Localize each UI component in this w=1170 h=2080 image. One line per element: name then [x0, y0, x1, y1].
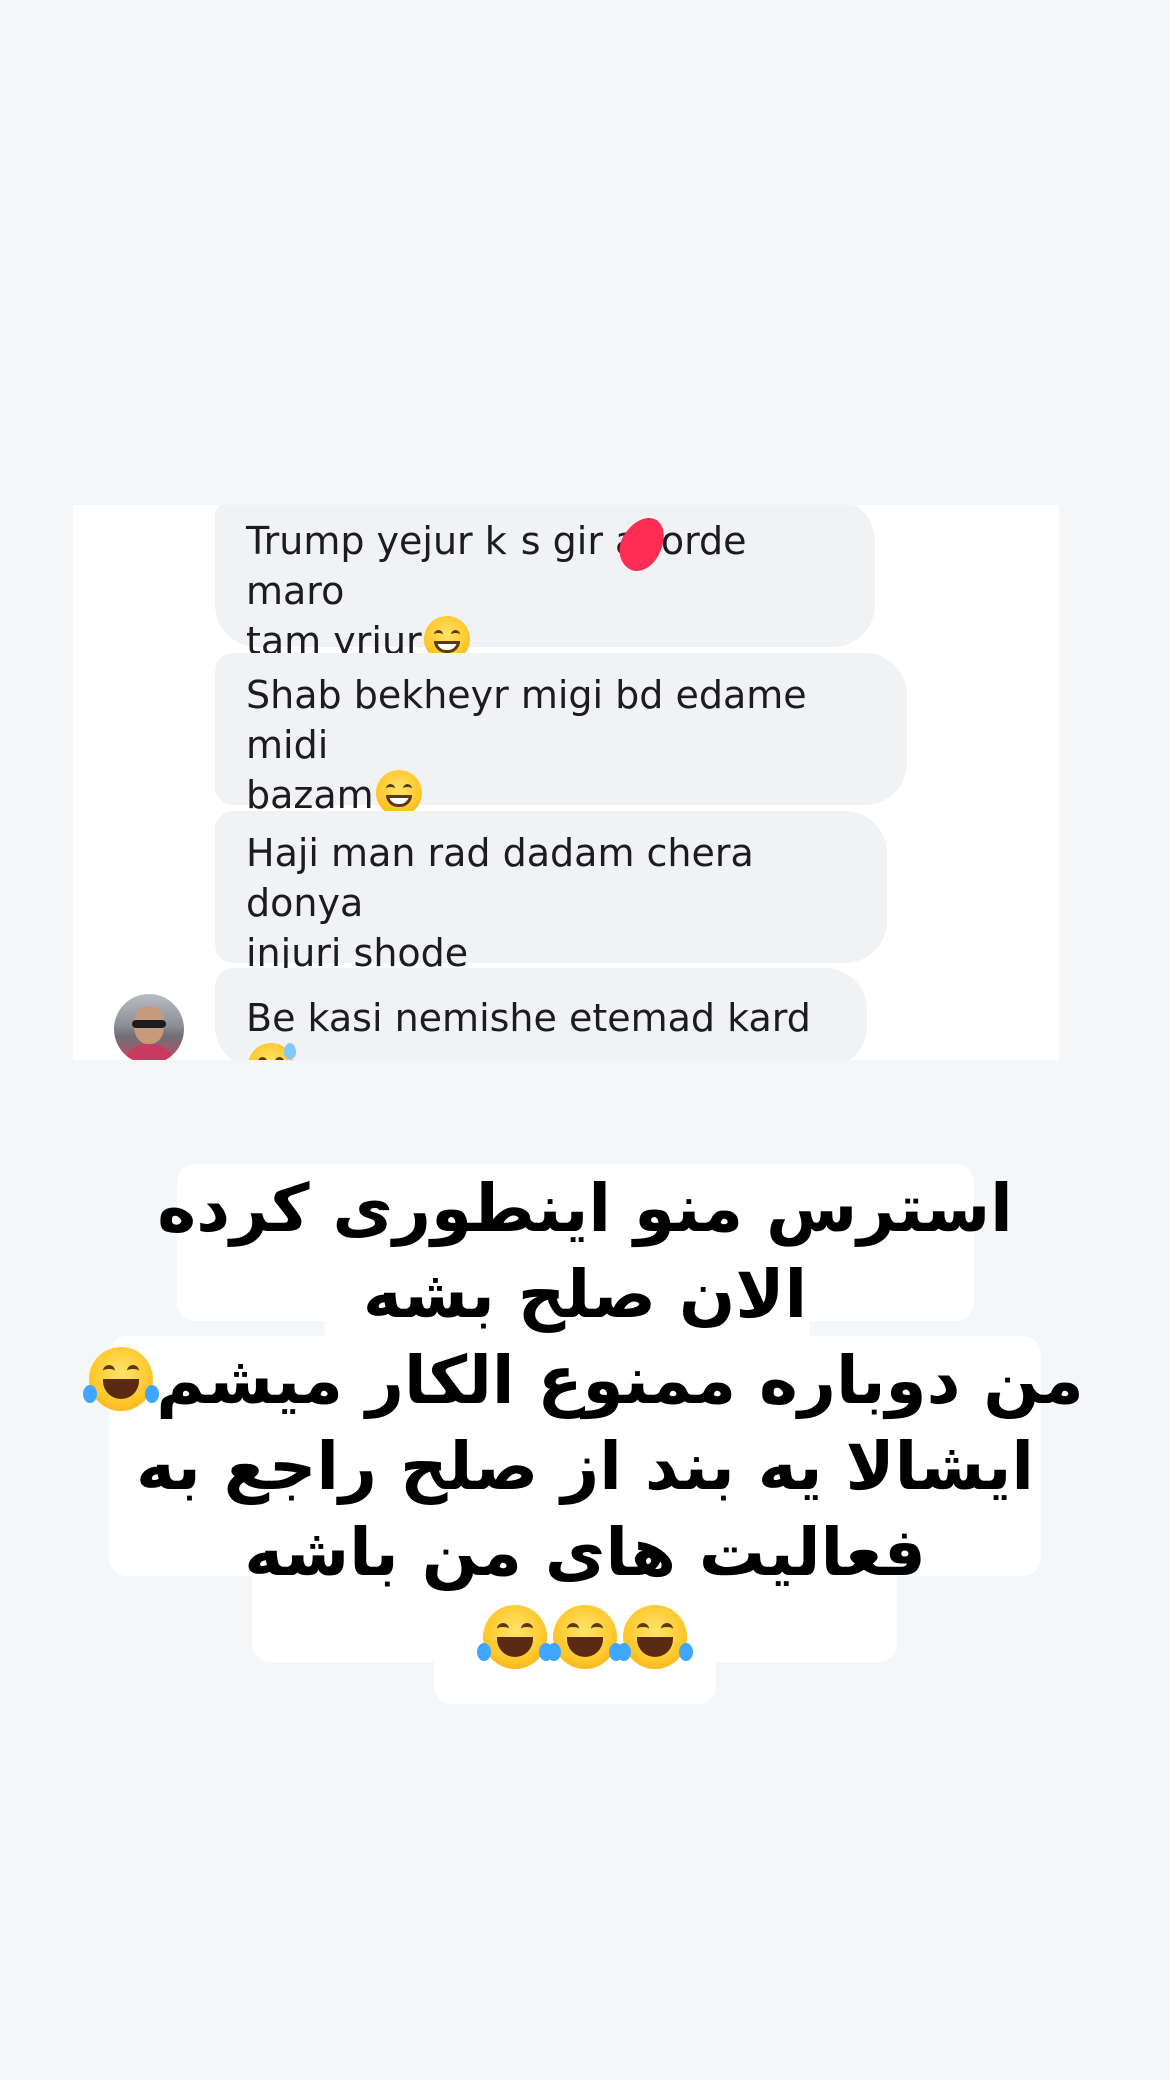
grinning-sweat-face-icon	[248, 1043, 296, 1060]
message-bubble: Shab bekheyr migi bd edame midi bazam	[215, 653, 907, 817]
tears-of-joy-icon	[83, 1347, 160, 1411]
caption-line: الان صلح بشه	[362, 1256, 808, 1333]
caption-line: من دوباره ممنوع الکار میشم	[0, 1338, 1170, 1424]
message-text: Trump yejur k	[246, 519, 507, 563]
message-text: Shab bekheyr migi bd edame midi	[246, 673, 807, 767]
tears-of-joy-icon	[547, 1605, 623, 1669]
message-bubble: Be kasi nemishe etemad kard	[215, 968, 867, 1060]
caption-line-text: من دوباره ممنوع الکار میشم	[156, 1342, 1084, 1419]
chat-screenshot-panel: Trump yejur ks gir avorde maro tam yrjur…	[73, 505, 1059, 1060]
sender-avatar[interactable]	[114, 994, 184, 1060]
tears-of-joy-icon	[617, 1605, 693, 1669]
message-text: Haji man rad dadam chera donya	[246, 831, 754, 925]
message-text: Be kasi nemishe etemad kard	[246, 996, 811, 1040]
message-bubble: Trump yejur ks gir avorde maro tam yrjur	[215, 505, 875, 663]
caption-line: استرس منو اینطوری کرده	[157, 1170, 1013, 1247]
caption-text: استرس منو اینطوری کرده الان صلح بشه من د…	[0, 1160, 1170, 1682]
caption-line: ایشالا یه بند از صلح راجع به	[136, 1428, 1034, 1505]
grinning-face-icon	[375, 770, 422, 816]
caption-emoji-row	[0, 1596, 1170, 1682]
message-bubble: Haji man rad dadam chera donya injuri sh…	[215, 811, 887, 975]
caption-line: فعالیت های من باشه	[244, 1514, 926, 1591]
tears-of-joy-icon	[477, 1605, 553, 1669]
